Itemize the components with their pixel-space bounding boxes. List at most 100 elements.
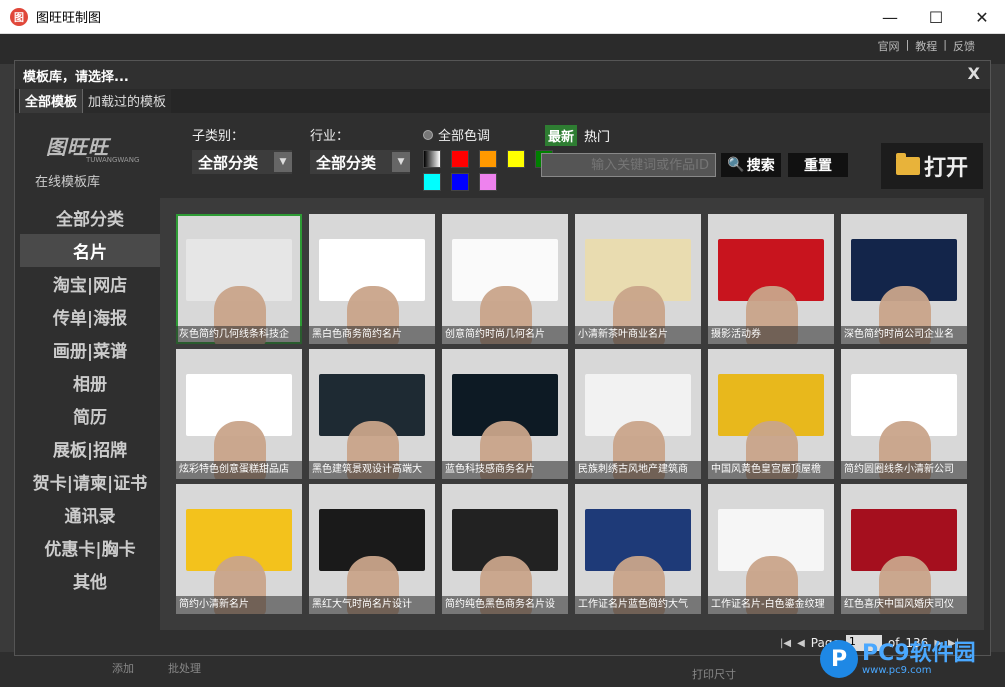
all-colors-option[interactable]: 全部色调	[423, 125, 553, 144]
category-item[interactable]: 展板|招牌	[20, 432, 160, 465]
sort-newest-button[interactable]: 最新	[545, 125, 578, 146]
category-item[interactable]: 淘宝|网店	[20, 267, 160, 300]
search-button-label: 搜索	[746, 158, 775, 174]
template-caption: 中国风黄色皇宫屋顶屋檐	[708, 461, 834, 479]
template-caption: 创意简约时尚几何名片	[442, 326, 568, 344]
logo-subtitle: TUWANGWANG	[86, 156, 140, 164]
dialog-header: 模板库，请选择... X	[15, 61, 990, 89]
template-caption: 简约纯色黑色商务名片设	[442, 596, 568, 614]
subcategory-dropdown[interactable]: 全部分类 ▼	[192, 150, 292, 174]
color-swatch[interactable]	[451, 173, 469, 191]
color-swatch[interactable]	[451, 150, 469, 168]
watermark-url: www.pc9.com	[862, 664, 932, 676]
template-library-dialog: 模板库，请选择... X 全部模板 加载过的模板 图旺旺 TUWANGWANG …	[14, 60, 991, 656]
template-caption: 黑白色商务简约名片	[309, 326, 435, 344]
template-caption: 摄影活动券	[708, 326, 834, 344]
open-button-label: 打开	[923, 156, 968, 181]
footer-add-label[interactable]: 添加	[112, 660, 134, 676]
background-links: 官网 | 教程 | 反馈	[878, 38, 975, 54]
template-caption: 灰色简约几何线条科技企	[176, 326, 302, 344]
industry-dropdown[interactable]: 全部分类 ▼	[310, 150, 410, 174]
header-link[interactable]: 教程	[915, 38, 937, 54]
tab-loaded-templates[interactable]: 加载过的模板	[83, 88, 172, 113]
reset-button[interactable]: 重置	[788, 153, 848, 177]
footer-batch-label[interactable]: 批处理	[168, 660, 201, 676]
all-colors-label: 全部色调	[438, 129, 491, 144]
dialog-tabs: 全部模板 加载过的模板	[15, 87, 990, 113]
watermark-logo: P	[820, 640, 858, 678]
color-swatch[interactable]	[423, 173, 441, 191]
category-panel: 图旺旺 TUWANGWANG 在线模板库 全部分类 名片 淘宝|网店 传单|海报 画册|…	[20, 113, 160, 655]
template-grid: 灰色简约几何线条科技企 黑白色商务简约名片 创意简约时尚几何名片 小清新茶叶商业名片摄…	[176, 214, 967, 614]
folder-icon	[895, 153, 920, 175]
color-swatch[interactable]	[507, 150, 525, 168]
dialog-close-button[interactable]: X	[968, 64, 980, 83]
template-card[interactable]: 黑色建筑景观设计高端大	[309, 349, 435, 479]
category-item[interactable]: 相册	[20, 366, 160, 399]
category-item[interactable]: 通讯录	[20, 498, 160, 531]
category-list: 全部分类 名片 淘宝|网店 传单|海报 画册|菜谱 相册 简历 展板|招牌 贺卡|请柬|证书 通讯…	[20, 201, 160, 597]
template-card[interactable]: 炫彩特色创意蛋糕甜品店	[176, 349, 302, 479]
tab-all-templates[interactable]: 全部模板	[19, 87, 84, 113]
minimize-button[interactable]: —	[867, 0, 913, 34]
category-item[interactable]: 名片	[20, 234, 160, 267]
search-icon: 🔍	[727, 157, 745, 173]
template-card[interactable]: 黑红大气时尚名片设计	[309, 484, 435, 614]
template-card[interactable]: 红色喜庆中国风婚庆司仪	[841, 484, 967, 614]
site-watermark: P PC9软件园 www.pc9.com	[820, 640, 976, 678]
link-separator: |	[905, 38, 910, 51]
category-item[interactable]: 全部分类	[20, 201, 160, 234]
template-caption: 炫彩特色创意蛋糕甜品店	[176, 461, 302, 479]
chevron-down-icon: ▼	[274, 152, 292, 172]
category-item[interactable]: 简历	[20, 399, 160, 432]
color-swatch[interactable]	[479, 173, 497, 191]
template-caption: 工作证名片-白色鎏金纹理	[708, 596, 834, 614]
template-card[interactable]: 工作证名片-白色鎏金纹理	[708, 484, 834, 614]
industry-filter: 行业： 全部分类 ▼	[310, 125, 410, 174]
close-window-button[interactable]: ✕	[959, 0, 1005, 34]
subcategory-label: 子类别：	[192, 129, 245, 144]
prev-page-button[interactable]: ◀	[797, 638, 805, 649]
dialog-body: 图旺旺 TUWANGWANG 在线模板库 全部分类 名片 淘宝|网店 传单|海报 画册|…	[15, 113, 990, 655]
search-input[interactable]	[541, 153, 716, 177]
template-card[interactable]: 深色简约时尚公司企业名	[841, 214, 967, 344]
first-page-button[interactable]: |◀	[780, 638, 791, 649]
color-swatch[interactable]	[479, 150, 497, 168]
category-item[interactable]: 优惠卡|胸卡	[20, 531, 160, 564]
template-caption: 蓝色科技感商务名片	[442, 461, 568, 479]
template-card[interactable]: 小清新茶叶商业名片	[575, 214, 701, 344]
template-caption: 深色简约时尚公司企业名	[841, 326, 967, 344]
template-card[interactable]: 摄影活动券	[708, 214, 834, 344]
color-swatch[interactable]	[423, 150, 441, 168]
category-item[interactable]: 传单|海报	[20, 300, 160, 333]
template-card[interactable]: 简约小清新名片	[176, 484, 302, 614]
category-item[interactable]: 其他	[20, 564, 160, 597]
template-card[interactable]: 灰色简约几何线条科技企	[176, 214, 302, 344]
radio-icon	[423, 129, 433, 140]
sort-hot-button[interactable]: 热门	[581, 125, 613, 146]
search-button[interactable]: 🔍 搜索	[721, 153, 781, 177]
category-item[interactable]: 贺卡|请柬|证书	[20, 465, 160, 498]
template-card[interactable]: 工作证名片蓝色简约大气	[575, 484, 701, 614]
template-card[interactable]: 蓝色科技感商务名片	[442, 349, 568, 479]
open-button[interactable]: 打开	[881, 143, 983, 189]
color-filter: 全部色调	[423, 125, 553, 191]
header-link[interactable]: 反馈	[953, 38, 975, 54]
template-caption: 简约小清新名片	[176, 596, 302, 614]
color-swatches	[423, 150, 553, 191]
template-card[interactable]: 简约纯色黑色商务名片设	[442, 484, 568, 614]
template-caption: 小清新茶叶商业名片	[575, 326, 701, 344]
template-caption: 黑色建筑景观设计高端大	[309, 461, 435, 479]
template-card[interactable]: 创意简约时尚几何名片	[442, 214, 568, 344]
link-separator: |	[943, 38, 947, 51]
template-card[interactable]: 简约圆圈线条小清新公司	[841, 349, 967, 479]
app-icon: 图	[10, 7, 28, 26]
dialog-title: 模板库，请选择...	[23, 69, 129, 85]
window-titlebar: 图 图旺旺制图 — ☐ ✕	[0, 0, 1005, 34]
category-item[interactable]: 画册|菜谱	[20, 333, 160, 366]
template-card[interactable]: 黑白色商务简约名片	[309, 214, 435, 344]
header-link[interactable]: 官网	[878, 38, 900, 54]
template-card[interactable]: 民族刺绣古风地产建筑商	[575, 349, 701, 479]
maximize-button[interactable]: ☐	[913, 0, 959, 34]
template-card[interactable]: 中国风黄色皇宫屋顶屋檐	[708, 349, 834, 479]
